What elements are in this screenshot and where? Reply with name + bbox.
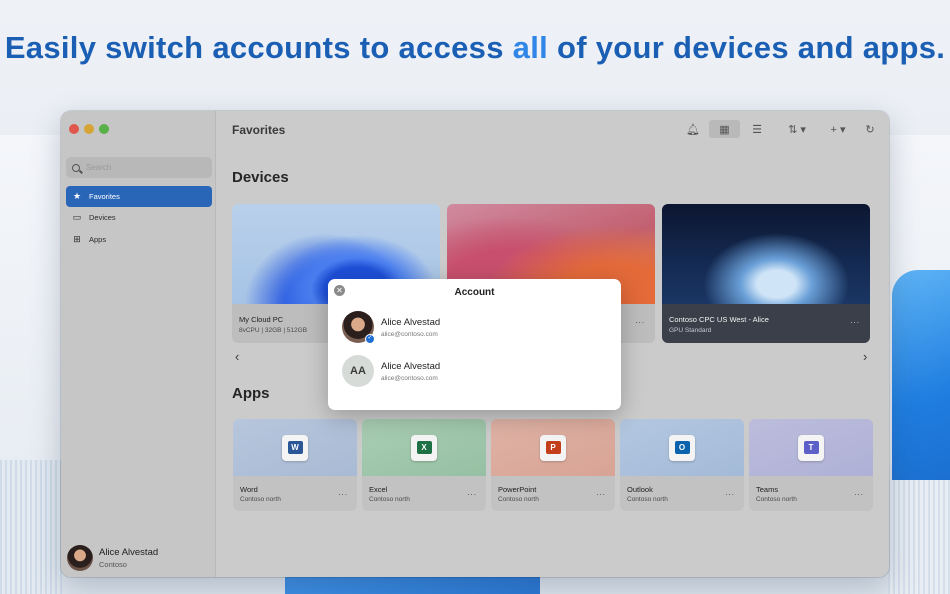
app-card-powerpoint[interactable]: P PowerPoint Contoso north ... (491, 419, 615, 511)
sidebar-item-label: Devices (89, 213, 116, 222)
page-title: Favorites (232, 123, 286, 137)
device-wallpaper (662, 204, 870, 304)
device-name: Contoso CPC US West - Alice (669, 315, 769, 324)
monitor-icon: ▭ (72, 212, 82, 222)
more-options-icon[interactable]: ... (854, 488, 864, 497)
sidebar-item-favorites[interactable]: ★ Favorites (66, 186, 212, 207)
app-name: PowerPoint (498, 485, 537, 494)
account-name: Alice Alvestad (381, 360, 441, 372)
search-icon (72, 163, 80, 172)
devices-heading: Devices (232, 169, 289, 186)
device-card[interactable]: Contoso CPC US West - Alice GPU Standard… (662, 204, 870, 343)
avatar: ✓ (342, 311, 375, 344)
word-icon: W (282, 434, 308, 461)
avatar-initials: AA (342, 355, 374, 387)
sort-icon[interactable]: ⇅ ▾ (783, 120, 811, 138)
refresh-icon[interactable]: ↻ (861, 120, 879, 138)
chevron-left-icon[interactable]: ‹ (235, 349, 239, 364)
more-options-icon[interactable]: ... (467, 488, 477, 497)
checkmark-icon: ✓ (365, 334, 375, 344)
marketing-headline: Easily switch accounts to access all of … (0, 30, 950, 66)
more-options-icon[interactable]: ... (596, 488, 606, 497)
add-icon[interactable]: + ▾ (825, 120, 851, 138)
headline-part1: Easily switch accounts to access (4, 30, 513, 65)
user-profile[interactable]: Alice Alvestad Contoso (67, 545, 158, 571)
powerpoint-icon: P (540, 434, 566, 461)
avatar (67, 545, 93, 571)
profile-org: Contoso (99, 560, 127, 569)
background-stripes-right (888, 480, 950, 594)
app-card-outlook[interactable]: O Outlook Contoso north ... (620, 419, 744, 511)
minimize-window-button[interactable] (84, 124, 94, 134)
app-org: Contoso north (627, 496, 668, 503)
account-dialog: ✕ Account ✓ Alice Alvestad alice@contoso… (328, 279, 621, 410)
search-input[interactable] (86, 163, 196, 172)
app-name: Outlook (627, 485, 653, 494)
sidebar: ★ Favorites ▭ Devices ⊞ Apps Alice Alves… (61, 111, 216, 577)
list-view-icon[interactable]: ☰ (747, 120, 767, 138)
app-card-word[interactable]: W Word Contoso north ... (233, 419, 357, 511)
close-window-button[interactable] (69, 124, 79, 134)
background-blue-bar (285, 575, 540, 594)
account-item[interactable]: ✓ Alice Alvestad alice@contoso.com (342, 311, 441, 344)
more-options-icon[interactable]: ... (725, 488, 735, 497)
more-options-icon[interactable]: ... (635, 316, 645, 325)
app-org: Contoso north (498, 496, 539, 503)
sidebar-item-apps[interactable]: ⊞ Apps (66, 229, 212, 250)
more-options-icon[interactable]: ... (850, 316, 860, 325)
app-org: Contoso north (240, 496, 281, 503)
grid-view-icon[interactable]: ▦ (709, 120, 740, 138)
headline-accent: all (512, 30, 549, 65)
star-icon: ★ (72, 191, 82, 201)
headline-part2: of your devices and apps. (548, 30, 946, 65)
bell-icon[interactable]: 🔔︎ (685, 120, 701, 138)
more-options-icon[interactable]: ... (338, 488, 348, 497)
zoom-window-button[interactable] (99, 124, 109, 134)
background-blue-shape (892, 270, 950, 480)
app-org: Contoso north (369, 496, 410, 503)
account-item[interactable]: AA Alice Alvestad alice@contoso.com (342, 355, 440, 387)
profile-name: Alice Alvestad (99, 547, 159, 558)
account-email: alice@contoso.com (381, 330, 438, 338)
sidebar-item-label: Favorites (89, 192, 120, 201)
account-name: Alice Alvestad (381, 316, 441, 328)
apps-heading: Apps (232, 385, 270, 402)
apps-grid-icon: ⊞ (73, 234, 81, 244)
app-card-teams[interactable]: T Teams Contoso north ... (749, 419, 873, 511)
background-stripes-left (0, 460, 62, 594)
device-spec: GPU Standard (669, 327, 712, 334)
app-org: Contoso north (756, 496, 797, 503)
app-name: Word (240, 485, 258, 494)
search-box[interactable] (66, 157, 212, 178)
outlook-icon: O (669, 434, 695, 461)
sidebar-item-devices[interactable]: ▭ Devices (66, 207, 212, 228)
excel-icon: X (411, 434, 437, 461)
teams-icon: T (798, 434, 824, 461)
app-name: Excel (369, 485, 388, 494)
chevron-right-icon[interactable]: › (863, 349, 867, 364)
app-name: Teams (756, 485, 779, 494)
account-email: alice@contoso.com (381, 374, 438, 382)
sidebar-item-label: Apps (89, 235, 107, 244)
app-card-excel[interactable]: X Excel Contoso north ... (362, 419, 486, 511)
dialog-title: Account (454, 287, 495, 298)
